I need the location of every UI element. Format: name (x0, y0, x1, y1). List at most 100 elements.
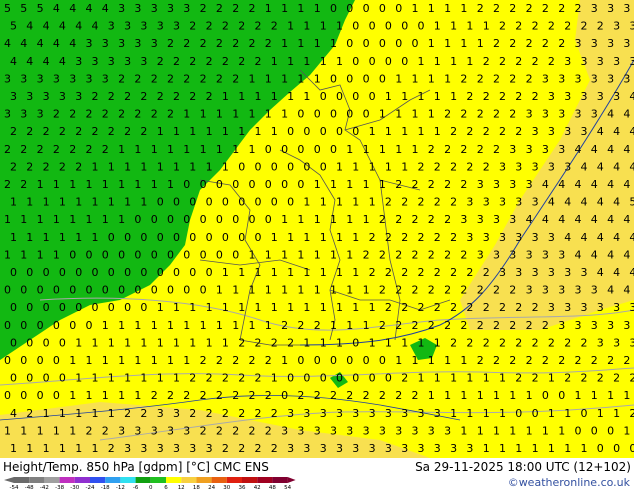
temp-label: 3 (548, 125, 555, 138)
temp-label: 1 (483, 442, 490, 455)
scale-label: -24 (86, 485, 95, 489)
temp-label: 1 (297, 284, 304, 297)
temp-label: 3 (167, 2, 174, 15)
temp-label: 5 (4, 2, 11, 15)
temp-label: 0 (108, 301, 115, 314)
temp-label: 1 (401, 125, 408, 138)
temp-label: 2 (412, 319, 419, 332)
temp-label: 4 (575, 178, 582, 191)
temp-label: 0 (26, 266, 33, 279)
temp-label: 3 (597, 336, 604, 349)
temp-label: 3 (509, 178, 516, 191)
temp-label: 2 (232, 389, 239, 402)
temp-label: 3 (558, 108, 565, 121)
scale-label: -42 (40, 485, 49, 489)
temp-label: 2 (134, 72, 141, 85)
temp-label: 3 (548, 90, 555, 103)
temp-label: 1 (238, 301, 245, 314)
temp-label: 4 (526, 213, 533, 226)
temp-label: 0 (43, 301, 50, 314)
temp-label: 1 (4, 248, 11, 261)
temp-label: 1 (330, 248, 337, 261)
temp-label: 3 (140, 442, 147, 455)
temp-label: 2 (450, 196, 457, 209)
temp-label: 4 (597, 125, 604, 138)
temp-label: 1 (303, 55, 310, 68)
temp-label: 2 (450, 266, 457, 279)
temp-label: 2 (216, 354, 223, 367)
temp-label: 0 (157, 231, 164, 244)
temp-label: 2 (379, 389, 386, 402)
temp-label: 0 (575, 424, 582, 437)
temp-label: 1 (271, 372, 278, 385)
temp-label: 0 (53, 319, 60, 332)
temp-label: 0 (157, 266, 164, 279)
temp-label: 2 (581, 336, 588, 349)
temp-label: 1 (346, 143, 353, 156)
temp-label: 0 (167, 248, 174, 261)
temp-label: 0 (369, 55, 376, 68)
temp-label: 1 (249, 108, 256, 121)
temp-label: 0 (102, 284, 109, 297)
temp-label: 3 (466, 231, 473, 244)
temp-label: 2 (466, 160, 473, 173)
weather-map[interactable]: 5554444333332222111100000111122222223335… (0, 0, 634, 458)
temp-label: 1 (238, 90, 245, 103)
temp-label: 0 (10, 372, 17, 385)
temp-label: 0 (26, 336, 33, 349)
temp-label: 2 (581, 20, 588, 33)
temp-label: 3 (183, 424, 190, 437)
temp-label: 0 (151, 213, 158, 226)
temp-label: 0 (395, 2, 402, 15)
temp-label: 2 (271, 442, 278, 455)
temp-label: 1 (20, 213, 27, 226)
temp-label: 4 (53, 37, 60, 50)
temp-label: 3 (287, 442, 294, 455)
temp-label: 2 (466, 125, 473, 138)
temp-label: 2 (509, 2, 516, 15)
temp-label: 1 (297, 37, 304, 50)
scale-swatch (90, 477, 106, 483)
temp-label: 2 (412, 284, 419, 297)
temp-label: 1 (255, 125, 262, 138)
temp-label: 0 (297, 178, 304, 191)
temp-label: 2 (515, 55, 522, 68)
temp-label: 1 (134, 354, 141, 367)
temp-label: 0 (59, 336, 66, 349)
temp-label: 1 (401, 160, 408, 173)
temp-label: 1 (336, 301, 343, 314)
temp-label: 2 (26, 160, 33, 173)
temp-label: 1 (265, 72, 272, 85)
temp-label: 1 (320, 20, 327, 33)
temp-label: 1 (460, 424, 467, 437)
temp-label: 1 (86, 213, 93, 226)
temp-label: 1 (385, 90, 392, 103)
temp-label: 0 (134, 213, 141, 226)
temp-label: 2 (460, 72, 467, 85)
temp-label: 1 (59, 407, 66, 420)
temp-label: 2 (483, 125, 490, 138)
temp-label: 2 (477, 354, 484, 367)
temp-label: 0 (216, 213, 223, 226)
temp-label: 3 (395, 424, 402, 437)
temp-label: 3 (173, 20, 180, 33)
temp-label: 1 (303, 336, 310, 349)
temp-label: 1 (287, 20, 294, 33)
temp-label: 0 (53, 354, 60, 367)
temp-label: 1 (314, 37, 321, 50)
temp-label: 1 (108, 372, 115, 385)
temp-label: 0 (363, 108, 370, 121)
temp-label: 1 (173, 301, 180, 314)
temp-label: 1 (314, 178, 321, 191)
temp-label: 0 (124, 266, 131, 279)
temp-label: 2 (232, 2, 239, 15)
temp-label: 3 (591, 72, 598, 85)
scale-swatch (211, 477, 227, 483)
temp-label: 0 (59, 266, 66, 279)
credit-link[interactable]: ©weatheronline.co.uk (508, 476, 630, 489)
temp-label: 0 (385, 20, 392, 33)
temp-label: 1 (271, 301, 278, 314)
temp-label: 2 (222, 20, 229, 33)
temp-label: 2 (450, 231, 457, 244)
temp-label: 4 (597, 231, 604, 244)
